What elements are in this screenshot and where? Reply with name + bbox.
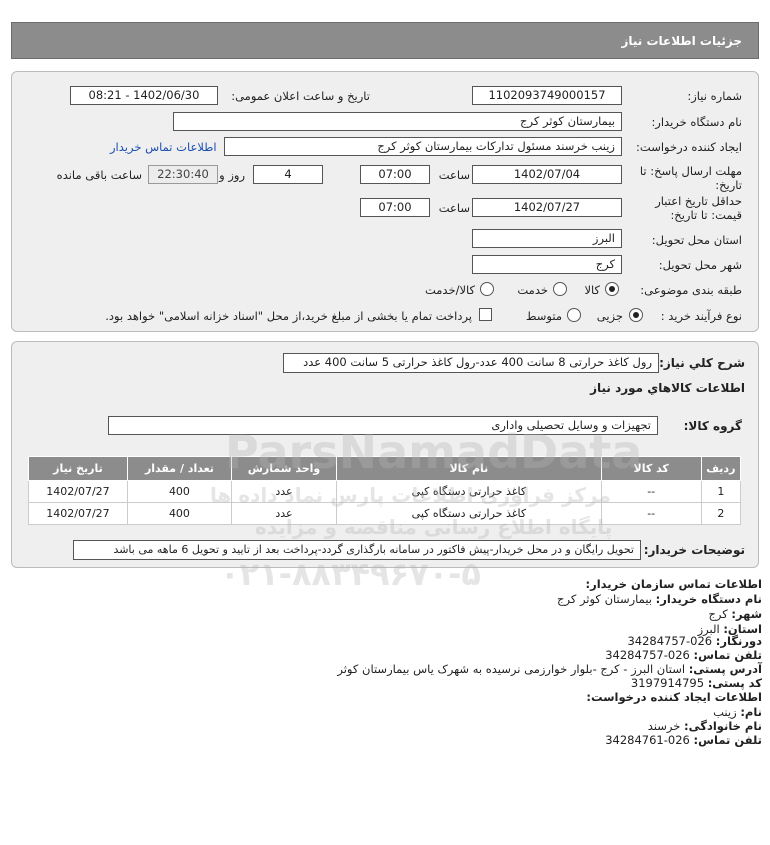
validity-time-field: 07:00 <box>360 198 430 217</box>
goods-section-title: اطلاعات کالاهاي مورد نياز <box>590 381 745 395</box>
cell-qty: 400 <box>126 502 232 525</box>
remaining-label: ساعت باقی مانده <box>56 168 142 182</box>
city-field: کرج <box>472 255 622 274</box>
category-radio-service[interactable] <box>553 282 567 296</box>
creator-last-name: نام خانوادگی: خرسند <box>647 719 762 733</box>
contact-postal: کد پستی: 3197914795 <box>630 676 762 690</box>
table-row: 1 -- کاغذ حرارتی دستگاه کپی عدد 400 1402… <box>28 480 742 503</box>
announce-field: 1402/06/30 - 08:21 <box>70 86 218 105</box>
table-row: 2 -- کاغذ حرارتی دستگاه کپی عدد 400 1402… <box>28 502 742 525</box>
col-row: ردیف <box>700 456 742 481</box>
creator-field: زینب خرسند مسئول تدارکات بیمارستان کوثر … <box>224 137 622 156</box>
validity-label: حداقل تاریخ اعتبار قیمت: تا تاریخ: <box>655 194 742 222</box>
description-field: رول کاغذ حرارتی 8 سانت 400 عدد-رول کاغذ … <box>283 353 659 373</box>
process-option-minor: جزیی <box>596 309 623 323</box>
city-label: شهر محل تحویل: <box>658 258 742 272</box>
description-label: شرح کلي نياز: <box>659 356 745 370</box>
buyer-label: نام دستگاه خریدار: <box>651 115 742 129</box>
contact-phone: تلفن تماس: 026-34284757 <box>605 648 762 662</box>
col-name: نام کالا <box>336 456 602 481</box>
contact-fax: دورنگار: 026-34284757 <box>627 634 762 648</box>
cell-unit: عدد <box>230 502 338 525</box>
contact-address: آدرس پستی: استان البرز - کرج -بلوار خوار… <box>337 662 762 676</box>
page-header: جزئیات اطلاعات نیاز <box>11 22 759 59</box>
treasury-checkbox[interactable] <box>479 308 492 321</box>
need-number-label: شماره نیاز: <box>687 89 742 103</box>
goods-table-header: ردیف کد کالا نام کالا واحد شمارش تعداد /… <box>28 456 742 481</box>
process-label: نوع فرآیند خرید : <box>660 309 742 323</box>
goods-panel <box>11 341 759 568</box>
category-option-goods: کالا <box>584 283 600 297</box>
cell-code: -- <box>600 502 702 525</box>
contact-buyer-name: نام دستگاه خریدار: بیمارستان کوثر کرج <box>557 592 762 606</box>
cell-code: -- <box>600 480 702 503</box>
category-label: طبقه بندی موضوعی: <box>640 283 742 297</box>
creator-first-name: نام: زینب <box>713 705 762 719</box>
col-date: تاریخ نیاز <box>28 456 128 481</box>
cell-unit: عدد <box>230 480 338 503</box>
need-number-field: 1102093749000157 <box>472 86 622 105</box>
goods-table: ردیف کد کالا نام کالا واحد شمارش تعداد /… <box>28 456 742 525</box>
cell-date: 1402/07/27 <box>28 480 128 503</box>
days-field: 4 <box>253 165 323 184</box>
deadline-time-label: ساعت <box>438 168 470 182</box>
deadline-label: مهلت ارسال پاسخ: تا تاریخ: <box>639 164 742 192</box>
col-qty: تعداد / مقدار <box>126 456 232 481</box>
contact-title: اطلاعات تماس سازمان خریدار: <box>585 577 762 591</box>
days-label: روز و <box>219 168 245 182</box>
creator-phone: تلفن تماس: 026-34284761 <box>605 733 762 747</box>
cell-date: 1402/07/27 <box>28 502 128 525</box>
creator-label: ایجاد کننده درخواست: <box>636 140 742 154</box>
contact-city: شهر: کرج <box>708 607 762 621</box>
category-radio-goods-service[interactable] <box>480 282 494 296</box>
payment-note: پرداخت تمام یا بخشی از مبلغ خرید،از محل … <box>105 309 472 323</box>
col-code: کد کالا <box>600 456 702 481</box>
cell-row: 2 <box>700 502 742 525</box>
buyer-notes-label: توضیحات خریدار: <box>643 543 745 557</box>
cell-name: کاغذ حرارتی دستگاه کپی <box>336 502 602 525</box>
buyer-contact-link[interactable]: اطلاعات تماس خریدار <box>110 140 217 154</box>
col-unit: واحد شمارش <box>230 456 338 481</box>
remaining-time-field: 22:30:40 <box>148 165 218 184</box>
creator-title: اطلاعات ایجاد کننده درخواست: <box>586 690 762 704</box>
cell-qty: 400 <box>126 480 232 503</box>
process-radio-medium[interactable] <box>567 308 581 322</box>
deadline-date-field: 1402/07/04 <box>472 165 622 184</box>
process-option-medium: متوسط <box>525 309 562 323</box>
province-label: استان محل تحویل: <box>651 233 742 247</box>
buyer-notes-field: تحویل رایگان و در محل خریدار-پیش فاکتور … <box>73 540 641 560</box>
category-option-service: خدمت <box>517 283 548 297</box>
cell-name: کاغذ حرارتی دستگاه کپی <box>336 480 602 503</box>
cell-row: 1 <box>700 480 742 503</box>
announce-label: تاریخ و ساعت اعلان عمومی: <box>231 89 370 103</box>
process-radio-minor[interactable] <box>629 308 643 322</box>
deadline-time-field: 07:00 <box>360 165 430 184</box>
goods-group-field: تجهیزات و وسایل تحصیلی واداری <box>108 416 658 435</box>
category-option-goods-service: کالا/خدمت <box>424 283 475 297</box>
province-field: البرز <box>472 229 622 248</box>
validity-time-label: ساعت <box>438 201 470 215</box>
page-title: جزئیات اطلاعات نیاز <box>621 34 742 48</box>
validity-date-field: 1402/07/27 <box>472 198 622 217</box>
category-radio-goods[interactable] <box>605 282 619 296</box>
buyer-field: بیمارستان کوثر کرج <box>173 112 622 131</box>
goods-group-label: گروه کالا: <box>683 419 742 433</box>
